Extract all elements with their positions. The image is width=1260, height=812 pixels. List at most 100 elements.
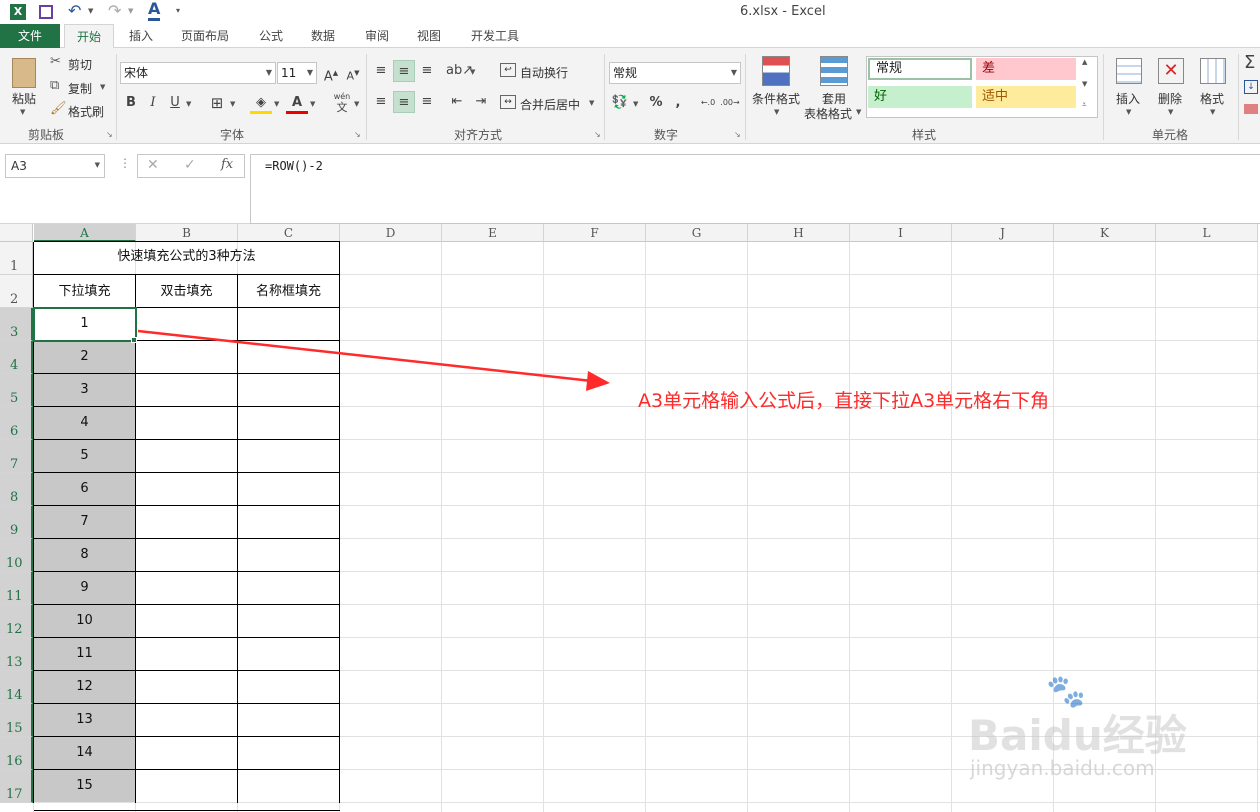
copy-dropdown-icon[interactable]: ▼ bbox=[100, 83, 105, 91]
fill-icon[interactable]: ↓ bbox=[1244, 80, 1258, 94]
tab-home[interactable]: 开始 bbox=[64, 24, 114, 49]
enter-icon[interactable]: ✓ bbox=[184, 157, 196, 173]
gallery-scroll-down-icon[interactable]: ▼ bbox=[1082, 80, 1087, 88]
align-top-icon[interactable]: ≡ bbox=[370, 60, 392, 82]
delete-cells-icon[interactable]: ✕ bbox=[1158, 58, 1184, 84]
bold-icon[interactable]: B bbox=[120, 92, 142, 114]
insert-cells-button[interactable]: 插入 bbox=[1116, 90, 1140, 107]
style-neutral[interactable]: 适中 bbox=[976, 86, 1076, 108]
gallery-scroll-up-icon[interactable]: ▲ bbox=[1082, 58, 1087, 66]
cut-icon[interactable]: ✂ bbox=[50, 54, 61, 69]
align-middle-icon[interactable]: ≡ bbox=[393, 60, 415, 82]
format-as-table-line2[interactable]: 表格格式 bbox=[804, 105, 852, 122]
italic-icon[interactable]: I bbox=[142, 92, 164, 114]
fill-color-dropdown-icon[interactable]: ▼ bbox=[274, 100, 279, 108]
paste-button[interactable]: 粘贴 bbox=[12, 90, 36, 107]
font-size-combo[interactable]: 11 ▼ bbox=[277, 62, 317, 84]
clear-icon[interactable] bbox=[1244, 104, 1258, 114]
tab-page-layout[interactable]: 页面布局 bbox=[172, 24, 238, 48]
paste-dropdown-icon[interactable]: ▼ bbox=[20, 108, 25, 116]
format-cells-button[interactable]: 格式 bbox=[1200, 90, 1224, 107]
underline-dropdown-icon[interactable]: ▼ bbox=[186, 100, 191, 108]
percent-style-icon[interactable]: % bbox=[645, 92, 667, 114]
align-right-icon[interactable]: ≡ bbox=[416, 91, 438, 113]
align-center-icon[interactable]: ≡ bbox=[393, 91, 415, 113]
underline-icon[interactable]: U bbox=[164, 92, 186, 114]
font-color-button-icon[interactable]: A bbox=[286, 92, 308, 114]
comma-style-icon[interactable]: , bbox=[667, 92, 689, 114]
font-launcher-icon[interactable]: ↘ bbox=[354, 130, 361, 139]
redo-icon[interactable]: ↷ bbox=[108, 1, 121, 20]
tab-developer[interactable]: 开发工具 bbox=[462, 24, 528, 48]
undo-dropdown-icon[interactable]: ▼ bbox=[88, 7, 93, 15]
borders-dropdown-icon[interactable]: ▼ bbox=[230, 100, 235, 108]
tab-data[interactable]: 数据 bbox=[300, 24, 346, 48]
format-painter-button[interactable]: 格式刷 bbox=[68, 103, 104, 120]
merge-center-icon[interactable]: ↔ bbox=[500, 95, 516, 109]
delete-cells-button[interactable]: 删除 bbox=[1158, 90, 1182, 107]
orientation-icon[interactable]: ab↗ bbox=[446, 60, 473, 82]
accounting-format-icon[interactable]: 💱 bbox=[609, 92, 631, 114]
phonetic-icon[interactable]: wén 文 bbox=[330, 92, 354, 116]
undo-icon[interactable]: ↶ bbox=[68, 1, 81, 20]
formula-input[interactable]: =ROW()-2 bbox=[250, 154, 1260, 224]
tab-file[interactable]: 文件 bbox=[0, 24, 60, 48]
number-group-label: 数字 bbox=[654, 128, 679, 142]
orientation-dropdown-icon[interactable]: ▼ bbox=[470, 68, 475, 76]
wrap-text-button[interactable]: 自动换行 bbox=[520, 64, 568, 81]
style-good[interactable]: 好 bbox=[868, 86, 972, 108]
customize-qat-icon[interactable]: ▾ bbox=[176, 6, 180, 15]
insert-cells-icon[interactable] bbox=[1116, 58, 1142, 84]
cancel-icon[interactable]: ✕ bbox=[147, 157, 159, 173]
tab-formulas[interactable]: 公式 bbox=[248, 24, 294, 48]
conditional-dropdown-icon[interactable]: ▼ bbox=[774, 108, 779, 116]
format-table-dropdown-icon[interactable]: ▼ bbox=[856, 108, 861, 116]
format-painter-icon[interactable]: 🖌 bbox=[50, 101, 67, 116]
increase-indent-icon[interactable]: ⇥ bbox=[470, 91, 492, 113]
insert-function-icon[interactable]: fx bbox=[221, 157, 233, 172]
name-box[interactable]: A3 ▼ bbox=[5, 154, 105, 178]
font-name-combo[interactable]: 宋体 ▼ bbox=[120, 62, 276, 84]
align-bottom-icon[interactable]: ≡ bbox=[416, 60, 438, 82]
tab-insert[interactable]: 插入 bbox=[118, 24, 164, 48]
insert-dropdown-icon[interactable]: ▼ bbox=[1126, 108, 1131, 116]
phonetic-dropdown-icon[interactable]: ▼ bbox=[354, 100, 359, 108]
style-bad[interactable]: 差 bbox=[976, 58, 1076, 80]
cut-button[interactable]: 剪切 bbox=[68, 56, 92, 73]
number-format-combo[interactable]: 常规 ▼ bbox=[609, 62, 741, 84]
conditional-format-icon[interactable] bbox=[762, 56, 790, 86]
delete-dropdown-icon[interactable]: ▼ bbox=[1168, 108, 1173, 116]
gallery-more-icon[interactable]: ⩡ bbox=[1082, 100, 1087, 110]
tab-view[interactable]: 视图 bbox=[406, 24, 452, 48]
wrap-text-icon[interactable]: ↩ bbox=[500, 63, 516, 77]
font-color-icon[interactable]: A bbox=[148, 0, 161, 21]
font-color-dropdown-icon[interactable]: ▼ bbox=[310, 100, 315, 108]
format-cells-icon[interactable] bbox=[1200, 58, 1226, 84]
clipboard-launcher-icon[interactable]: ↘ bbox=[106, 130, 113, 139]
copy-button[interactable]: 复制 bbox=[68, 80, 92, 97]
increase-font-size-icon[interactable]: A▲ bbox=[320, 62, 342, 84]
alignment-launcher-icon[interactable]: ↘ bbox=[594, 130, 601, 139]
fill-color-icon[interactable]: ◈ bbox=[250, 92, 272, 114]
format-as-table-icon[interactable] bbox=[820, 56, 848, 86]
paste-icon[interactable] bbox=[12, 58, 36, 88]
align-left-icon[interactable]: ≡ bbox=[370, 91, 392, 113]
decrease-font-size-icon[interactable]: A▼ bbox=[342, 62, 364, 84]
merge-dropdown-icon[interactable]: ▼ bbox=[589, 99, 594, 107]
decrease-indent-icon[interactable]: ⇤ bbox=[446, 91, 468, 113]
number-launcher-icon[interactable]: ↘ bbox=[734, 130, 741, 139]
copy-icon[interactable]: ⧉ bbox=[50, 78, 59, 93]
conditional-format-button[interactable]: 条件格式 bbox=[752, 90, 800, 107]
tab-review[interactable]: 审阅 bbox=[354, 24, 400, 48]
decrease-decimal-icon[interactable]: .00→ bbox=[719, 92, 741, 114]
increase-decimal-icon[interactable]: ←.0 bbox=[697, 92, 719, 114]
more-options-icon[interactable]: ⋮ bbox=[119, 156, 131, 170]
accounting-dropdown-icon[interactable]: ▼ bbox=[633, 100, 638, 108]
save-icon[interactable] bbox=[39, 5, 53, 19]
redo-dropdown-icon[interactable]: ▼ bbox=[128, 7, 133, 15]
borders-icon[interactable]: ⊞ bbox=[206, 92, 228, 114]
style-normal[interactable]: 常规 bbox=[868, 58, 972, 80]
format-dropdown-icon[interactable]: ▼ bbox=[1210, 108, 1215, 116]
merge-center-button[interactable]: 合并后居中 bbox=[520, 96, 580, 113]
autosum-icon[interactable]: Σ bbox=[1244, 52, 1255, 73]
